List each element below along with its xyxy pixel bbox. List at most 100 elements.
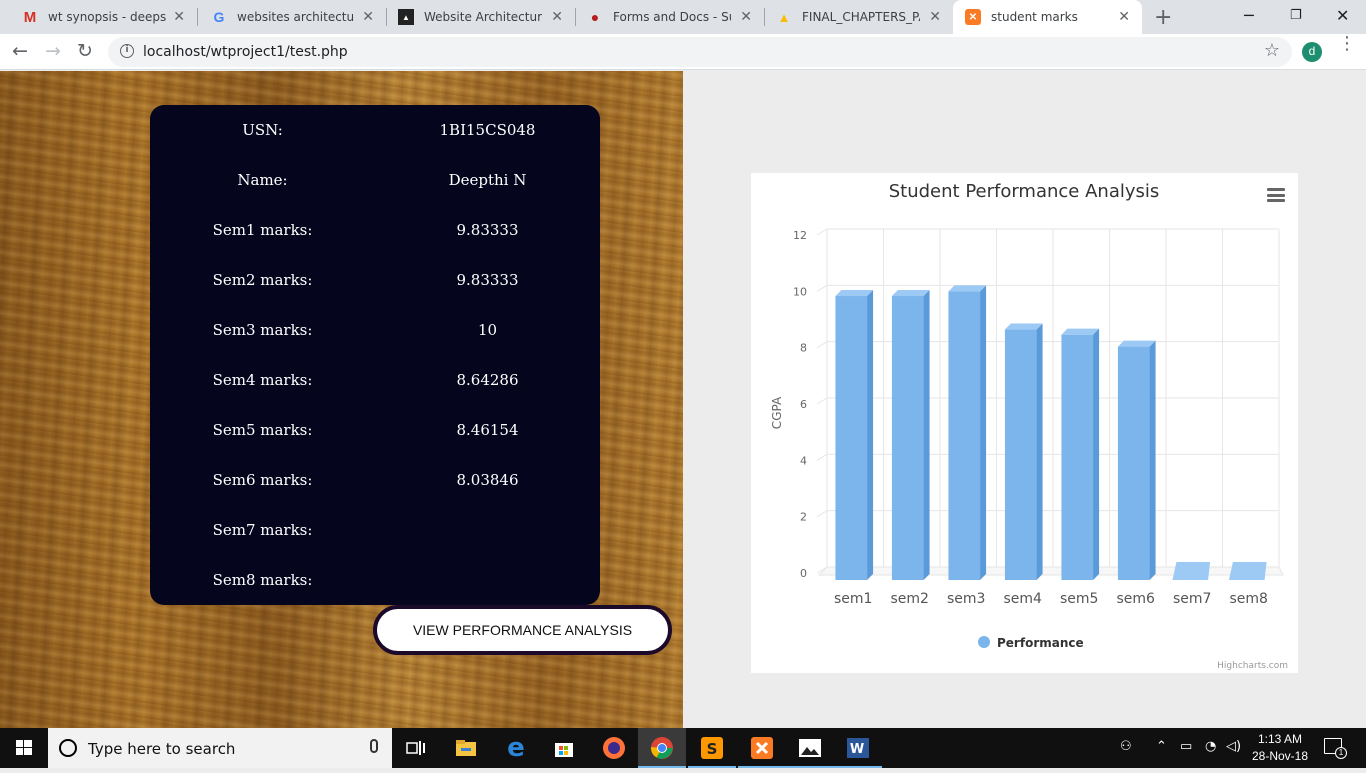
tab-forms-docs[interactable]: ● Forms and Docs - Suma ✕	[575, 0, 765, 34]
gridline	[816, 284, 828, 292]
battery-icon[interactable]: ▭	[1180, 739, 1192, 754]
action-center-icon[interactable]: 1	[1324, 738, 1347, 759]
system-clock[interactable]: 1:13 AM 28-Nov-18	[1245, 731, 1315, 765]
y-tick-label: 0	[800, 567, 807, 580]
tab-title: Website Architecture &	[424, 10, 542, 24]
page-content: USN: 1BI15CS048 Name: Deepthi N Sem1 mar…	[0, 71, 1366, 728]
site-info-icon[interactable]: i	[120, 44, 134, 58]
tab-gmail[interactable]: M wt synopsis - deeps.nag ✕	[0, 0, 198, 34]
x-tick-label: sem6	[1117, 591, 1156, 607]
detail-row: Sem5 marks: 8.46154	[150, 405, 600, 455]
tab-drive[interactable]: ▲ FINAL_CHAPTERS_PAGE ✕	[764, 0, 953, 34]
gmail-icon: M	[23, 8, 37, 26]
close-icon[interactable]: ✕	[1118, 9, 1130, 25]
bar-top	[948, 285, 987, 292]
gridline	[816, 397, 828, 405]
view-performance-button[interactable]: VIEW PERFORMANCE ANALYSIS	[373, 605, 672, 655]
forward-arrow-icon[interactable]: →	[45, 40, 61, 62]
gridline	[816, 228, 828, 236]
x-tick-label: sem1	[834, 591, 872, 607]
detail-value: 1BI15CS048	[439, 121, 536, 139]
taskbar-search[interactable]: Type here to search	[48, 728, 392, 768]
y-tick-label: 2	[800, 511, 807, 524]
bar	[1117, 346, 1150, 580]
gridline	[816, 510, 828, 518]
y-tick-label: 6	[800, 398, 807, 411]
search-placeholder[interactable]: Type here to search	[88, 740, 235, 758]
detail-label: USN:	[242, 121, 283, 139]
detail-label: Sem5 marks:	[212, 421, 313, 439]
edge-icon[interactable]: e	[492, 728, 540, 768]
detail-row: Name: Deepthi N	[150, 155, 600, 205]
tab-strip: M wt synopsis - deeps.nag ✕ G websites a…	[0, 0, 1366, 34]
close-icon[interactable]: ✕	[551, 9, 563, 25]
close-icon[interactable]: ✕	[173, 9, 185, 25]
microphone-icon[interactable]	[370, 739, 378, 753]
browser-menu-icon[interactable]: ⋮	[1338, 35, 1356, 53]
detail-row: USN: 1BI15CS048	[150, 105, 600, 155]
detail-value: 8.03846	[456, 471, 519, 489]
bookmark-star-icon[interactable]: ☆	[1264, 40, 1280, 61]
bar	[835, 296, 868, 580]
people-icon[interactable]: ⚇	[1120, 739, 1132, 754]
detail-label: Sem1 marks:	[212, 221, 313, 239]
chart-credits: Highcharts.com	[1217, 661, 1288, 671]
detail-label: Sem3 marks:	[212, 321, 313, 339]
wifi-icon[interactable]: ◔	[1205, 739, 1216, 754]
cortana-icon	[59, 739, 77, 757]
address-bar[interactable]: i localhost/wtproject1/test.php ☆	[108, 37, 1292, 67]
restore-icon[interactable]: ❐	[1290, 8, 1302, 23]
tab-title: Forms and Docs - Suma	[613, 10, 731, 24]
detail-row: Sem6 marks: 8.03846	[150, 455, 600, 505]
x-tick-label: sem7	[1173, 591, 1211, 607]
sublime-text-icon[interactable]: S	[688, 728, 736, 768]
bar-top	[1004, 323, 1043, 330]
store-icon[interactable]	[540, 728, 588, 768]
performance-chart: Student Performance Analysis 0 2 4 6 8 10 12 CGP…	[751, 173, 1298, 673]
bar	[891, 296, 924, 580]
chrome-icon[interactable]	[638, 728, 686, 768]
tab-website-architecture[interactable]: ▲ Website Architecture & ✕	[386, 0, 576, 34]
xampp-icon[interactable]	[738, 728, 786, 768]
tab-student-marks[interactable]: ✕ student marks ✕	[953, 0, 1142, 34]
volume-icon[interactable]: ◁)	[1226, 739, 1241, 754]
word-icon[interactable]: W	[834, 728, 882, 768]
tab-title: FINAL_CHAPTERS_PAGE	[802, 10, 920, 24]
bar-top	[1117, 340, 1156, 347]
task-view-icon[interactable]	[392, 728, 440, 768]
new-tab-icon[interactable]: +	[1154, 5, 1172, 30]
file-explorer-icon[interactable]	[442, 728, 490, 768]
gridline	[816, 453, 828, 461]
x-tick-label: sem8	[1230, 591, 1268, 607]
detail-row: Sem7 marks:	[150, 505, 600, 555]
close-icon[interactable]: ✕	[929, 9, 941, 25]
detail-label: Sem4 marks:	[212, 371, 313, 389]
detail-row: Sem2 marks: 9.83333	[150, 255, 600, 305]
photos-icon[interactable]	[786, 728, 834, 768]
bar	[1004, 329, 1037, 580]
close-icon[interactable]: ✕	[740, 9, 752, 25]
svg-text:W: W	[850, 742, 864, 757]
url-text[interactable]: localhost/wtproject1/test.php	[143, 44, 348, 60]
chart-menu-icon[interactable]	[1267, 188, 1285, 202]
firefox-icon[interactable]	[590, 728, 638, 768]
reload-icon[interactable]: ↻	[77, 40, 93, 62]
tab-google-search[interactable]: G websites architecture - G ✕	[197, 0, 387, 34]
bar-side	[923, 290, 930, 580]
y-tick-label: 12	[793, 229, 807, 242]
minimize-icon[interactable]: ─	[1244, 6, 1254, 25]
detail-row: Sem3 marks: 10	[150, 305, 600, 355]
back-arrow-icon[interactable]: ←	[12, 40, 28, 62]
profile-avatar[interactable]: d	[1302, 42, 1322, 62]
windows-start-icon[interactable]	[0, 728, 48, 768]
y-tick-label: 10	[793, 285, 807, 298]
bar	[1061, 334, 1094, 580]
notification-count: 1	[1335, 747, 1347, 759]
bar-side	[1149, 340, 1156, 580]
tab-title: student marks	[991, 10, 1078, 24]
close-icon[interactable]: ✕	[362, 9, 374, 25]
y-tick-label: 8	[800, 342, 807, 355]
window-close-icon[interactable]: ✕	[1336, 6, 1349, 25]
windows-taskbar: Type here to search e S W ⚇ ⌃ ▭ ◔ ◁) 1:1…	[0, 728, 1366, 768]
show-hidden-icons-chevron-up-icon[interactable]: ⌃	[1156, 739, 1167, 754]
